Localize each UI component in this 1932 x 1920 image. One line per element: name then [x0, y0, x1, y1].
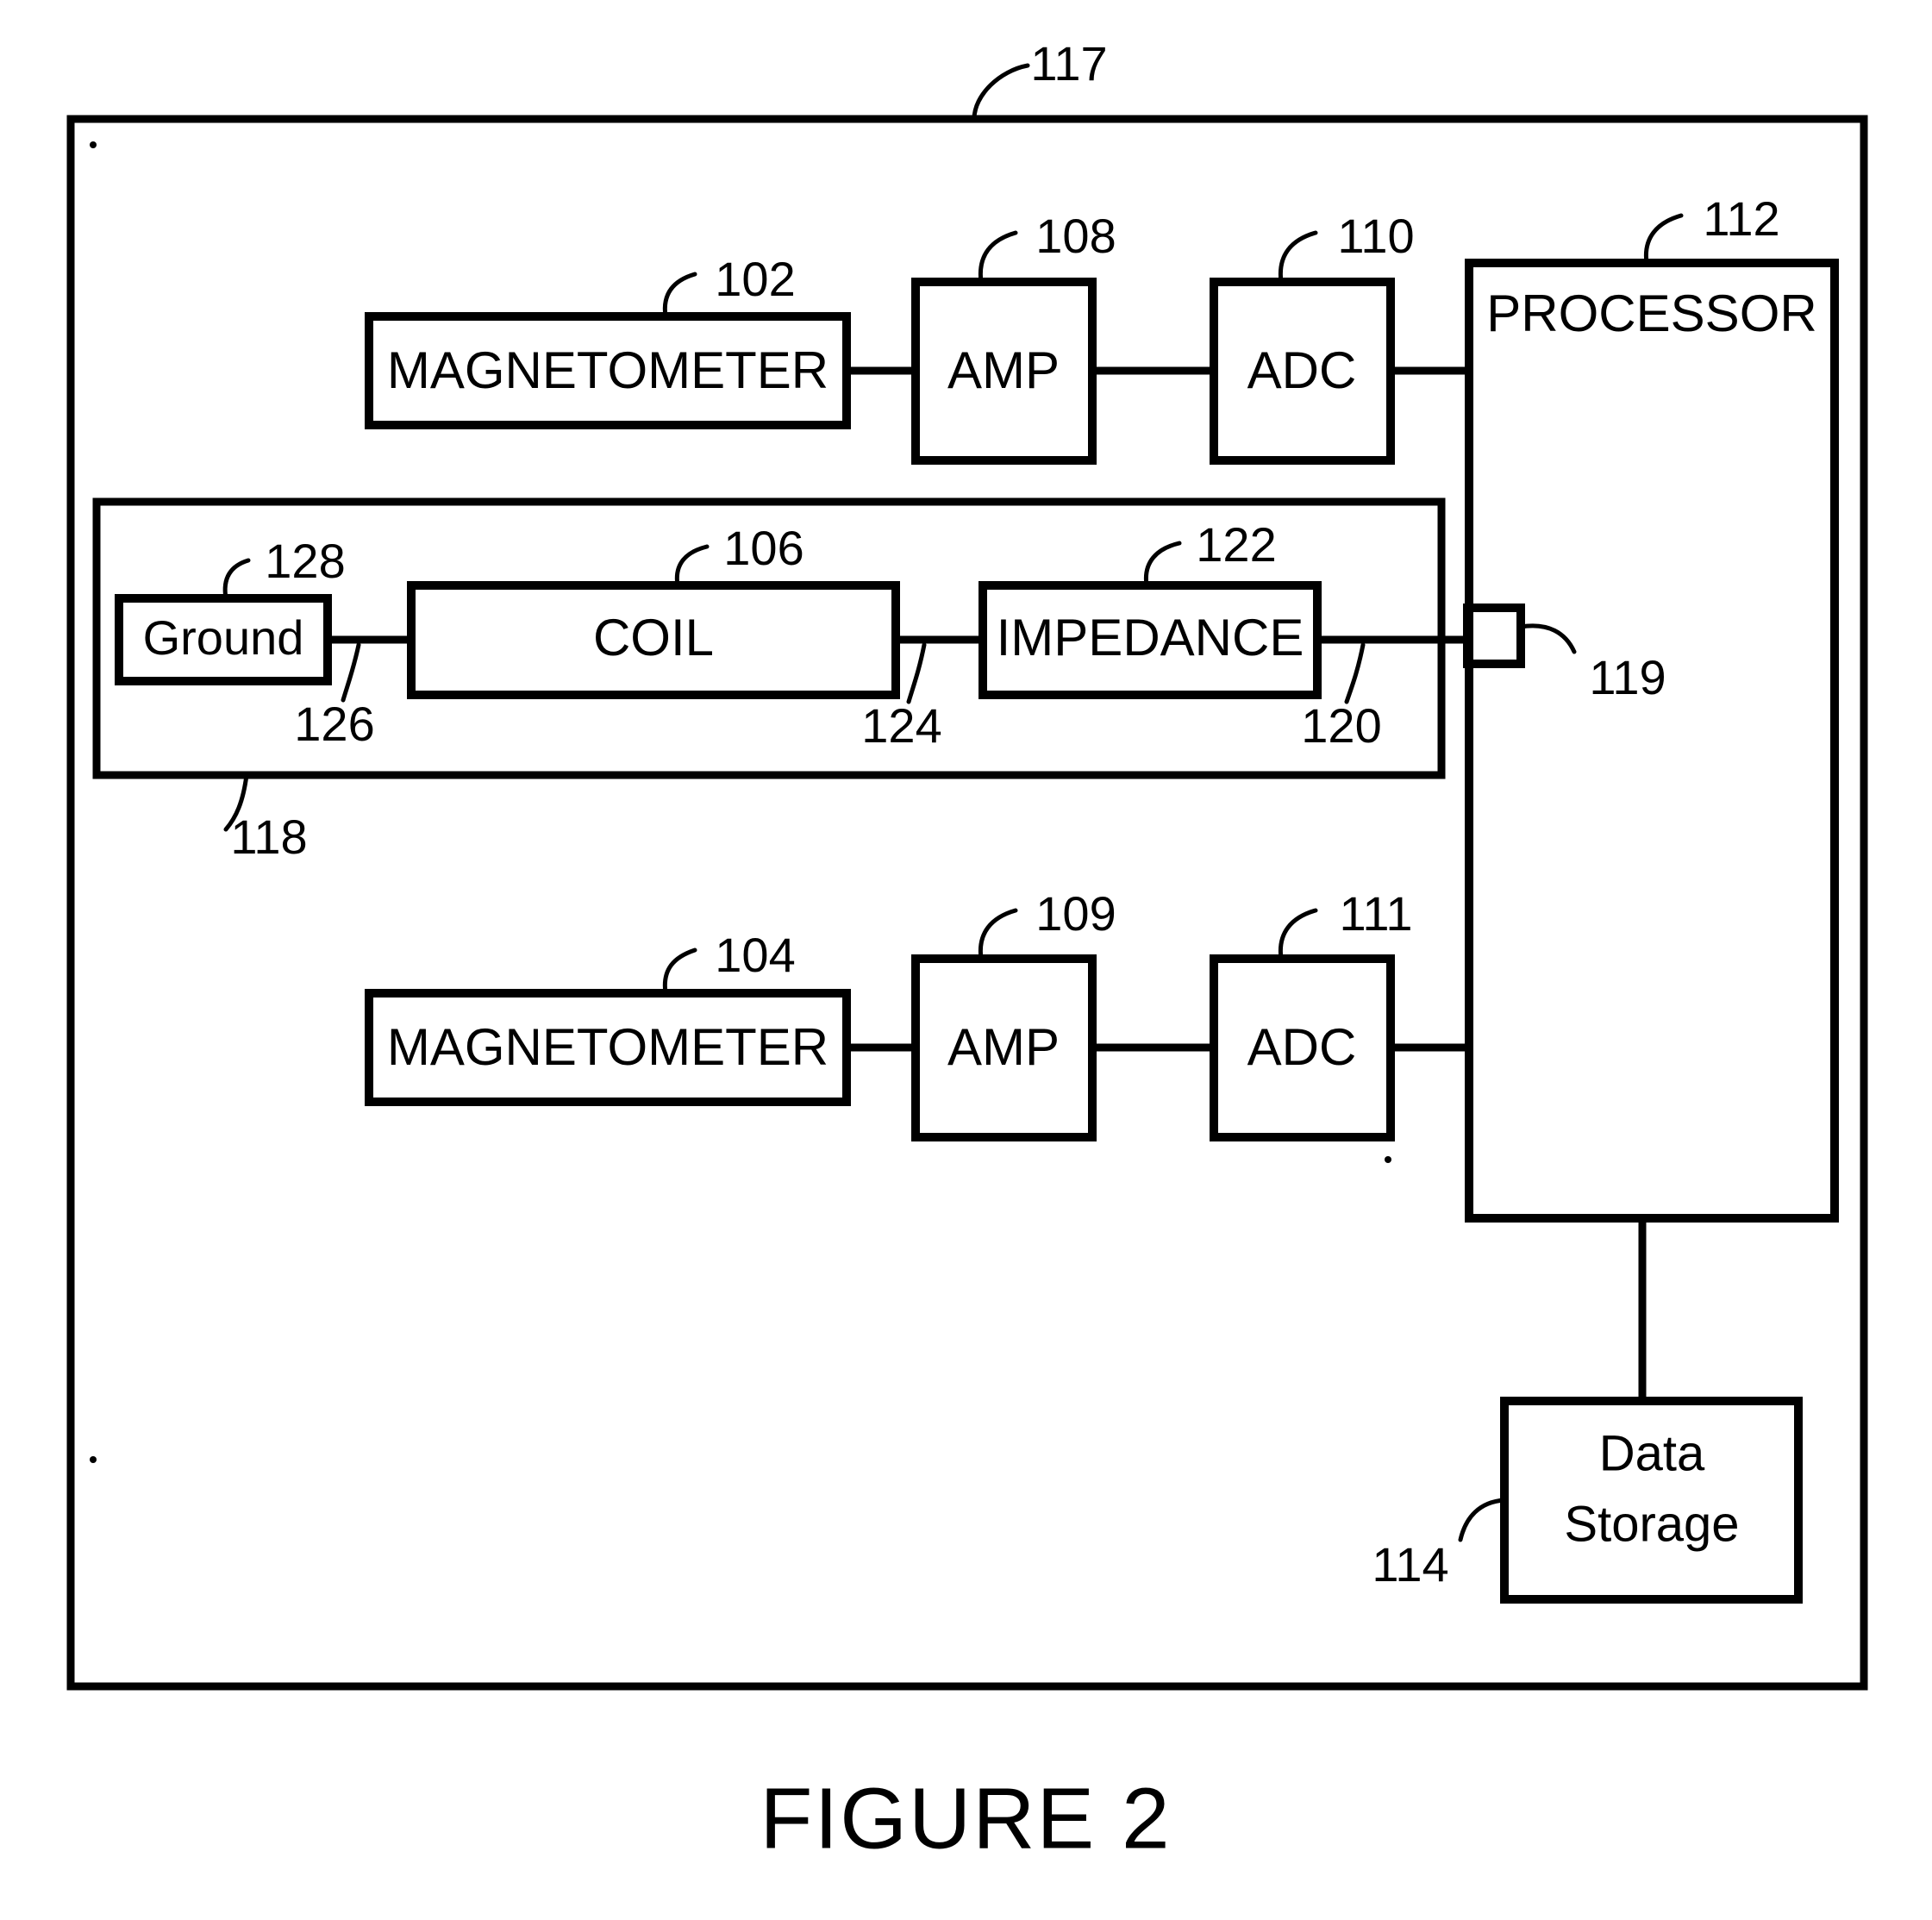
ref-114: 114 — [1372, 1537, 1448, 1592]
block-label-processor-112: PROCESSOR — [1486, 285, 1816, 342]
leader-106 — [674, 544, 710, 588]
block-label-ground-128: Ground — [143, 610, 304, 665]
leader-112 — [1643, 213, 1684, 266]
patent-figure: 117 MAGNETOMETER 102 AMP 108 ADC 110 PRO… — [0, 0, 1932, 1920]
leader-126 — [341, 642, 361, 703]
leader-128 — [222, 558, 251, 601]
block-label-coil-106: COIL — [593, 609, 714, 666]
scan-speck — [1385, 1156, 1391, 1163]
leader-117 — [972, 63, 1030, 122]
leader-120 — [1344, 642, 1366, 704]
block-label-adc-110: ADC — [1247, 341, 1357, 399]
ref-126: 126 — [294, 697, 374, 751]
ref-122: 122 — [1196, 517, 1276, 572]
leader-122 — [1143, 541, 1182, 588]
ref-106: 106 — [723, 521, 803, 575]
block-label-data-storage-line2: Storage — [1564, 1496, 1739, 1552]
scan-speck — [90, 1456, 97, 1463]
ref-112: 112 — [1703, 191, 1779, 246]
block-label-adc-111: ADC — [1247, 1018, 1357, 1076]
ref-124: 124 — [861, 698, 941, 753]
ref-111: 111 — [1339, 886, 1412, 941]
ref-117: 117 — [1030, 36, 1107, 91]
scan-speck — [90, 141, 97, 148]
leader-104 — [662, 947, 697, 996]
block-label-data-storage-line1: Data — [1599, 1425, 1705, 1481]
ref-104: 104 — [715, 928, 795, 982]
ref-128: 128 — [265, 534, 345, 588]
block-label-magnetometer-102: MAGNETOMETER — [387, 341, 828, 399]
ref-119: 119 — [1589, 650, 1666, 704]
block-diagram-canvas: 117 MAGNETOMETER 102 AMP 108 ADC 110 PRO… — [66, 36, 1868, 1867]
block-processor-112 — [1465, 259, 1839, 1223]
leader-102 — [662, 272, 697, 319]
ref-110: 110 — [1337, 209, 1414, 263]
ref-102: 102 — [715, 252, 795, 306]
ref-120: 120 — [1301, 698, 1381, 753]
ref-118: 118 — [230, 810, 307, 864]
connector-119 — [1463, 604, 1525, 668]
block-label-amp-108: AMP — [947, 341, 1060, 399]
block-label-amp-109: AMP — [947, 1018, 1060, 1076]
figure-caption: FIGURE 2 — [760, 1770, 1171, 1867]
block-label-impedance-122: IMPEDANCE — [997, 609, 1304, 666]
leader-108 — [978, 230, 1018, 285]
leader-109 — [978, 908, 1018, 961]
leader-111 — [1278, 908, 1318, 961]
leader-110 — [1278, 230, 1318, 285]
leader-119 — [1518, 623, 1577, 654]
leader-114 — [1458, 1498, 1507, 1542]
ref-108: 108 — [1035, 209, 1116, 263]
block-label-magnetometer-104: MAGNETOMETER — [387, 1018, 828, 1076]
ref-109: 109 — [1035, 886, 1116, 941]
leader-124 — [906, 642, 927, 704]
